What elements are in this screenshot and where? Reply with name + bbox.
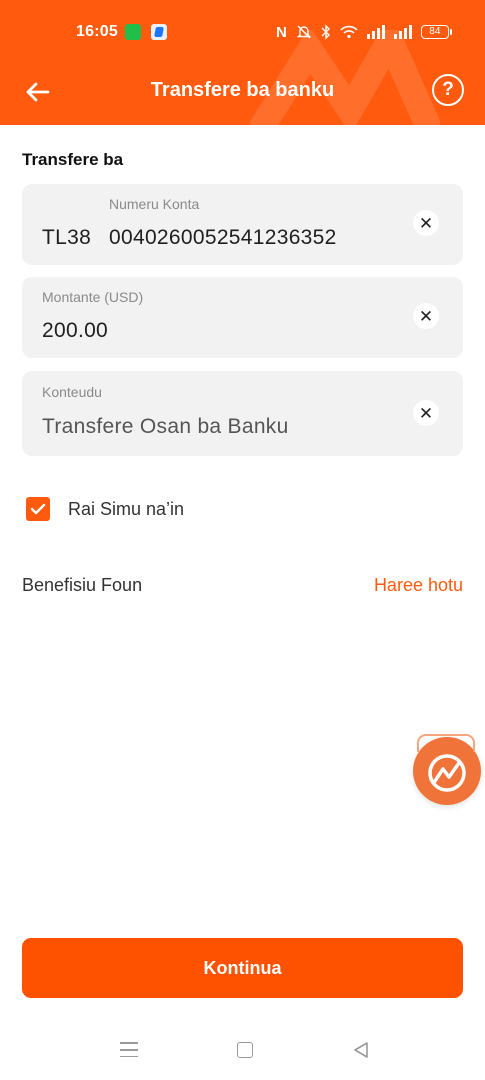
- see-all-link[interactable]: Haree hotu: [374, 575, 463, 596]
- clear-icon[interactable]: ✕: [413, 303, 439, 329]
- battery-icon: 84: [420, 25, 452, 39]
- content-field[interactable]: Konteudu Transfere Osan ba Banku ✕: [22, 371, 463, 456]
- nav-home-icon[interactable]: [237, 1042, 253, 1058]
- account-number-field[interactable]: Numeru Konta TL38 0040260052541236352 ✕: [22, 184, 463, 265]
- save-phone-row[interactable]: Rai Simu na’in: [26, 496, 184, 522]
- nav-back-icon[interactable]: [352, 1041, 370, 1059]
- app-header: 16:05 N 84 Transfere ba banku ?: [0, 0, 485, 125]
- signal-icon: [366, 25, 385, 39]
- save-phone-checkbox[interactable]: [26, 497, 50, 521]
- clear-icon[interactable]: ✕: [413, 210, 439, 236]
- status-time: 16:05: [76, 23, 118, 40]
- status-bar: 16:05 N 84: [0, 0, 485, 64]
- account-prefix: TL38: [42, 226, 92, 249]
- mute-icon: [296, 25, 312, 39]
- continue-button[interactable]: Kontinua: [22, 938, 463, 998]
- clear-icon[interactable]: ✕: [413, 400, 439, 426]
- status-icons: N 84: [276, 22, 452, 42]
- new-beneficiary-label: Benefisiu Foun: [22, 575, 143, 595]
- nfc-icon: N: [276, 23, 287, 41]
- check-icon: [30, 503, 46, 515]
- content-input[interactable]: Transfere Osan ba Banku: [42, 415, 289, 439]
- signal-icon-2: [393, 25, 412, 39]
- amount-field[interactable]: Montante (USD) 200.00 ✕: [22, 277, 463, 358]
- assistant-logo-icon: [428, 754, 466, 792]
- account-number-label: Numeru Konta: [109, 196, 200, 212]
- page-title: Transfere ba banku: [150, 79, 335, 101]
- app-notification-icon-2: [151, 24, 167, 40]
- account-number-input[interactable]: 0040260052541236352: [109, 226, 337, 250]
- content-label: Konteudu: [42, 384, 102, 400]
- bluetooth-icon: [321, 24, 330, 40]
- amount-input[interactable]: 200.00: [42, 319, 108, 343]
- section-title: Transfere ba: [22, 150, 124, 169]
- system-nav-bar: [0, 1020, 485, 1080]
- assistant-bubble-icon[interactable]: [413, 734, 481, 805]
- nav-menu-icon[interactable]: [120, 1042, 138, 1058]
- help-icon[interactable]: ?: [432, 74, 464, 106]
- app-notification-icon: [125, 24, 141, 40]
- save-phone-label: Rai Simu na’in: [68, 498, 185, 519]
- amount-label: Montante (USD): [42, 289, 144, 305]
- wifi-icon: [340, 25, 358, 39]
